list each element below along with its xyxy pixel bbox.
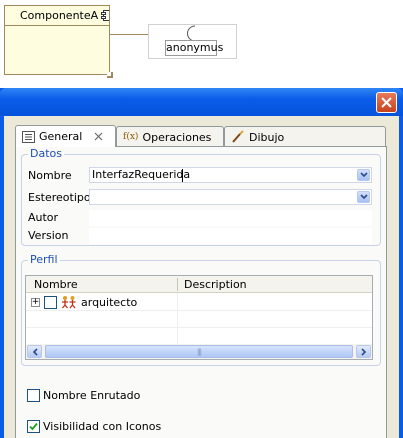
component-icon [101,10,109,21]
close-icon [381,97,392,108]
resize-handle[interactable] [107,72,113,78]
nombre-enrutado-checkbox[interactable] [27,389,40,402]
component-name: ComponenteA [20,9,99,22]
version-input[interactable] [89,228,372,244]
tab-operaciones-label: Operaciones [142,130,212,144]
scroll-right-button[interactable] [356,345,371,358]
datos-group: Datos Nombre InterfazRequerida Estereoti… [21,147,381,246]
close-tab-icon[interactable] [94,132,103,141]
version-label: Version [28,229,69,242]
nombre-enrutado-option[interactable]: Nombre Enrutado [27,389,140,402]
nombre-value: InterfazRequerida [92,168,191,181]
expand-toggle[interactable]: + [31,297,40,307]
estereotipo-dropdown-button[interactable] [357,191,370,203]
nombre-label: Nombre [28,169,72,182]
perfil-group-title: Perfil [28,253,60,266]
chevron-down-icon [359,172,368,178]
checkmark-icon [29,422,38,431]
chevron-right-icon [360,347,366,356]
brush-icon [232,130,244,143]
tab-operaciones[interactable]: f(x) Operaciones [116,126,224,147]
tab-dibujo-label: Dibujo [249,130,285,144]
column-header-description[interactable]: Description [184,276,247,293]
perfil-group: Perfil Nombre Description + arquitecto |… [21,253,381,366]
scroll-thumb[interactable]: ||| [45,345,353,358]
nombre-dropdown-button[interactable] [357,169,370,181]
properties-icon [22,130,35,143]
column-divider[interactable] [177,278,178,291]
chevron-down-icon [359,194,368,200]
nombre-enrutado-label: Nombre Enrutado [43,389,141,402]
tab-general[interactable]: General [15,125,116,147]
scroll-left-button[interactable] [27,345,42,358]
visibilidad-checkbox[interactable] [27,420,40,433]
column-header-nombre[interactable]: Nombre [34,276,78,293]
profile-name: arquitecto [81,295,138,309]
row-gridline [26,310,372,311]
column-gridline [177,293,178,344]
row-gridline [26,327,372,328]
chevron-left-icon [32,347,38,356]
visibilidad-label: Visibilidad con Iconos [43,420,162,433]
table-row[interactable]: + arquitecto [31,294,173,310]
autor-label: Autor [28,211,59,224]
tab-general-label: General [39,130,83,143]
dialog-client-area: General f(x) Operaciones Dibujo Datos No… [4,116,399,438]
perfil-table[interactable]: Nombre Description + arquitecto ||| [25,275,373,360]
autor-input[interactable] [89,210,372,226]
component-separator [5,25,109,26]
datos-group-title: Datos [28,147,64,160]
tab-panel-general: Datos Nombre InterfazRequerida Estereoti… [15,146,387,438]
perfil-table-header: Nombre Description [26,276,372,293]
close-button[interactable] [376,92,397,113]
dialog-titlebar[interactable] [0,88,403,116]
estereotipo-combo[interactable] [89,189,372,205]
visibilidad-option[interactable]: Visibilidad con Iconos [27,420,161,433]
nombre-combo[interactable]: InterfazRequerida [89,167,372,183]
profile-checkbox[interactable] [44,295,57,309]
text-caret [182,169,183,182]
horizontal-scrollbar[interactable]: ||| [26,344,372,359]
interface-name-label[interactable]: anonymus [165,40,223,56]
component-shape[interactable]: ComponenteA [4,5,113,78]
tab-dibujo[interactable]: Dibujo [224,126,386,147]
estereotipo-label: Estereotipo [28,191,91,204]
scroll-grip: ||| [196,347,202,356]
component-header: ComponenteA [5,6,109,25]
function-icon: f(x) [123,132,139,142]
actor-profile-icon [62,296,76,309]
properties-dialog: General f(x) Operaciones Dibujo Datos No… [0,88,403,438]
